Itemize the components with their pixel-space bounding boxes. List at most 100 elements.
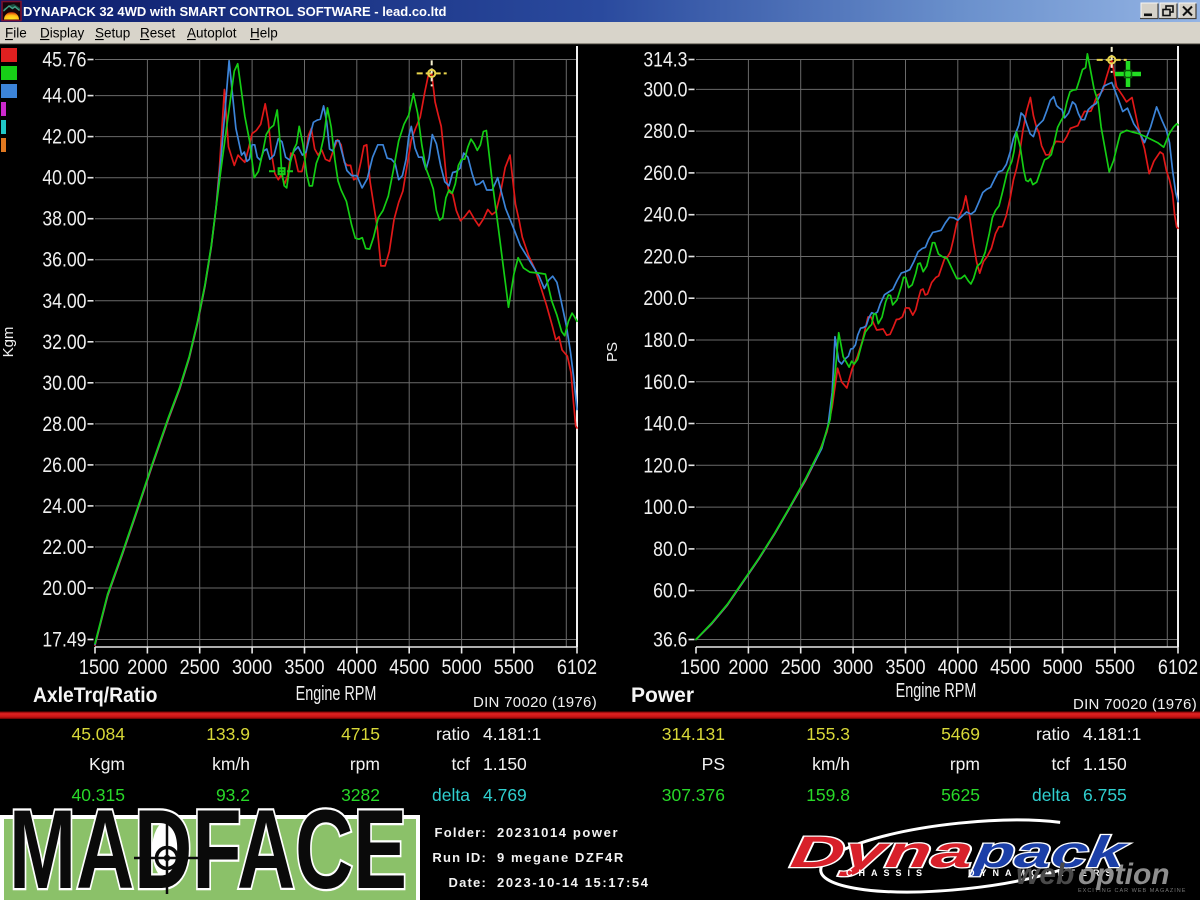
svg-text:40.00: 40.00 — [42, 166, 86, 190]
svg-text:160.0: 160.0 — [643, 370, 687, 394]
svg-text:60.0: 60.0 — [653, 579, 688, 603]
svg-text:44.00: 44.00 — [42, 84, 86, 108]
svg-text:2000: 2000 — [127, 656, 167, 680]
svg-text:5000: 5000 — [442, 656, 482, 680]
svg-text:EXCITING CAR WEB MAGAZINE: EXCITING CAR WEB MAGAZINE — [1078, 888, 1186, 894]
svg-text:100.0: 100.0 — [643, 496, 687, 520]
svg-text:4.769: 4.769 — [483, 785, 527, 805]
svg-text:DIN 70020 (1976): DIN 70020 (1976) — [1073, 696, 1197, 713]
svg-text:6102: 6102 — [1158, 656, 1198, 680]
svg-text:1500: 1500 — [680, 656, 720, 680]
svg-text:314.131: 314.131 — [662, 724, 725, 744]
svg-text:200.0: 200.0 — [643, 287, 687, 311]
svg-text:1.150: 1.150 — [1083, 754, 1127, 774]
svg-text:307.376: 307.376 — [662, 785, 725, 805]
svg-text:rpm: rpm — [950, 754, 980, 774]
svg-text:km/h: km/h — [212, 754, 250, 774]
svg-text:6.755: 6.755 — [1083, 785, 1127, 805]
svg-text:240.0: 240.0 — [643, 203, 687, 227]
svg-text:120.0: 120.0 — [643, 454, 687, 478]
svg-text:3000: 3000 — [232, 656, 272, 680]
svg-text:2000: 2000 — [728, 656, 768, 680]
svg-text:Power: Power — [631, 684, 694, 707]
svg-text:4.181:1: 4.181:1 — [483, 724, 541, 744]
svg-text:ratio: ratio — [436, 724, 470, 744]
svg-text:option: option — [1078, 858, 1170, 891]
svg-text:tcf: tcf — [1052, 754, 1071, 774]
svg-text:tcf: tcf — [452, 754, 471, 774]
svg-text:5625: 5625 — [941, 785, 980, 805]
svg-text:Display: Display — [40, 26, 85, 41]
svg-text:PS: PS — [604, 342, 621, 362]
svg-text:159.8: 159.8 — [806, 785, 850, 805]
svg-text:6102: 6102 — [557, 656, 597, 680]
svg-text:Autoplot: Autoplot — [187, 26, 237, 41]
svg-text:5500: 5500 — [1095, 656, 1135, 680]
svg-text:Reset: Reset — [140, 26, 176, 41]
svg-text:4000: 4000 — [337, 656, 377, 680]
svg-text:PS: PS — [702, 754, 725, 774]
svg-text:220.0: 220.0 — [643, 245, 687, 269]
svg-text:24.00: 24.00 — [42, 494, 86, 518]
svg-text:4000: 4000 — [938, 656, 978, 680]
svg-text:3000: 3000 — [833, 656, 873, 680]
svg-text:DYNAPACK 32 4WD with SMART CON: DYNAPACK 32 4WD with SMART CONTROL SOFTW… — [23, 4, 447, 19]
svg-text:38.00: 38.00 — [42, 207, 86, 231]
svg-text:3500: 3500 — [284, 656, 324, 680]
svg-text:5000: 5000 — [1043, 656, 1083, 680]
svg-text:314.3: 314.3 — [643, 48, 687, 72]
svg-text:Help: Help — [250, 26, 278, 41]
svg-text:Run ID:: Run ID: — [432, 850, 487, 865]
svg-text:17.49: 17.49 — [42, 628, 86, 652]
svg-text:File: File — [5, 26, 27, 41]
svg-text:Engine RPM: Engine RPM — [896, 679, 977, 702]
svg-text:80.0: 80.0 — [653, 537, 688, 561]
svg-text:28.00: 28.00 — [42, 412, 86, 436]
svg-text:180.0: 180.0 — [643, 329, 687, 353]
svg-text:km/h: km/h — [812, 754, 850, 774]
svg-text:web: web — [1016, 858, 1074, 891]
svg-text:45.084: 45.084 — [71, 724, 125, 744]
svg-text:36.00: 36.00 — [42, 248, 86, 272]
svg-text:133.9: 133.9 — [206, 724, 250, 744]
svg-text:26.00: 26.00 — [42, 453, 86, 477]
svg-text:DIN 70020 (1976): DIN 70020 (1976) — [473, 694, 597, 711]
svg-text:4500: 4500 — [990, 656, 1030, 680]
svg-text:45.76: 45.76 — [42, 48, 86, 72]
svg-text:Date:: Date: — [448, 875, 487, 890]
svg-text:20231014 power: 20231014 power — [497, 825, 619, 840]
svg-text:300.0: 300.0 — [643, 78, 687, 102]
svg-text:2023-10-14 15:17:54: 2023-10-14 15:17:54 — [497, 875, 650, 890]
svg-text:34.00: 34.00 — [42, 289, 86, 313]
svg-text:AxleTrq/Ratio: AxleTrq/Ratio — [33, 684, 157, 707]
svg-text:20.00: 20.00 — [42, 577, 86, 601]
svg-text:5500: 5500 — [494, 656, 534, 680]
svg-text:22.00: 22.00 — [42, 536, 86, 560]
svg-text:5469: 5469 — [941, 724, 980, 744]
svg-text:Folder:: Folder: — [435, 825, 487, 840]
svg-text:MADFACE: MADFACE — [9, 787, 407, 900]
svg-text:9 megane DZF4R: 9 megane DZF4R — [497, 850, 625, 865]
svg-text:140.0: 140.0 — [643, 412, 687, 436]
svg-text:rpm: rpm — [350, 754, 380, 774]
svg-text:4500: 4500 — [389, 656, 429, 680]
svg-text:260.0: 260.0 — [643, 161, 687, 185]
svg-text:Setup: Setup — [95, 26, 130, 41]
svg-text:Engine RPM: Engine RPM — [296, 682, 377, 705]
svg-text:280.0: 280.0 — [643, 120, 687, 144]
svg-text:30.00: 30.00 — [42, 371, 86, 395]
svg-text:1500: 1500 — [79, 656, 119, 680]
svg-text:Kgm: Kgm — [0, 327, 17, 358]
svg-text:Kgm: Kgm — [89, 754, 125, 774]
svg-text:3500: 3500 — [885, 656, 925, 680]
svg-text:32.00: 32.00 — [42, 330, 86, 354]
svg-text:42.00: 42.00 — [42, 125, 86, 149]
svg-text:2500: 2500 — [180, 656, 220, 680]
svg-text:36.6: 36.6 — [653, 628, 687, 652]
svg-text:4715: 4715 — [341, 724, 380, 744]
svg-text:CHASSIS: CHASSIS — [846, 868, 928, 878]
svg-text:delta: delta — [432, 785, 470, 805]
svg-text:2500: 2500 — [781, 656, 821, 680]
svg-text:4.181:1: 4.181:1 — [1083, 724, 1141, 744]
svg-text:delta: delta — [1032, 785, 1070, 805]
